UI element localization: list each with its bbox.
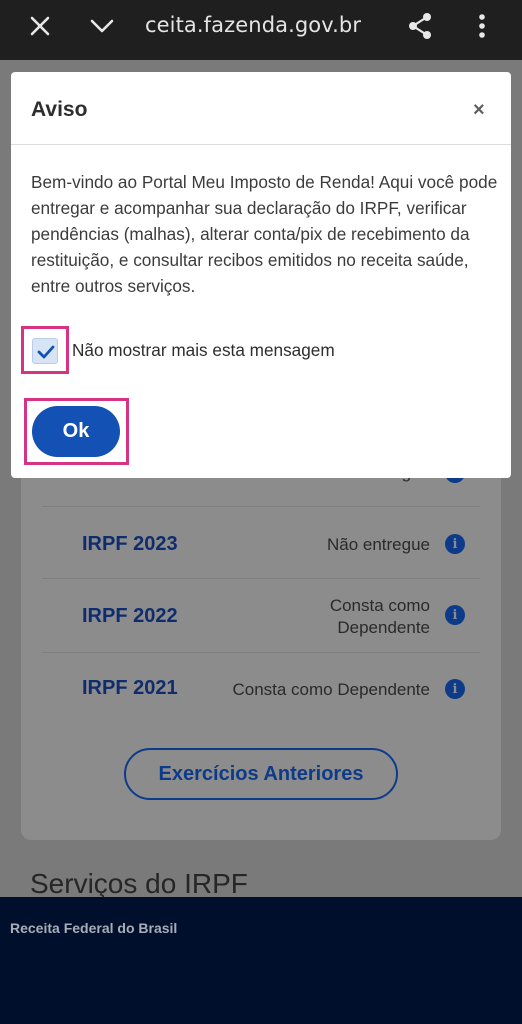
irpf-row-2021[interactable]: IRPF 2021 Consta como Dependente i	[42, 652, 480, 724]
share-icon[interactable]	[398, 0, 442, 52]
url-bar[interactable]: ceita.fazenda.gov.br	[145, 13, 361, 37]
checkbox-label[interactable]: Não mostrar mais esta mensagem	[72, 340, 335, 361]
chevron-down-icon[interactable]	[80, 0, 124, 52]
footer-text: Receita Federal do Brasil	[10, 920, 178, 936]
services-title: Serviços do IRPF	[30, 868, 248, 898]
info-icon[interactable]: i	[445, 534, 465, 554]
irpf-status: Consta como Dependente	[329, 596, 430, 637]
modal-title: Aviso	[31, 98, 88, 121]
dont-show-again-checkbox[interactable]	[32, 338, 58, 364]
modal-close-icon[interactable]: ×	[473, 100, 485, 120]
modal-body-text: Bem-vindo ao Portal Meu Imposto de Renda…	[31, 172, 498, 296]
irpf-status: Consta como Dependente	[232, 680, 430, 699]
browser-toolbar: ceita.fazenda.gov.br	[0, 0, 522, 60]
info-icon[interactable]: i	[445, 605, 465, 625]
irpf-row-2022[interactable]: IRPF 2022 Consta como Dependente i	[42, 578, 480, 652]
irpf-year: IRPF 2022	[82, 605, 178, 627]
footer: Receita Federal do Brasil	[0, 897, 522, 1024]
irpf-year: IRPF 2023	[82, 533, 178, 555]
aviso-modal: Aviso × Bem-vindo ao Portal Meu Imposto …	[11, 72, 511, 478]
irpf-status: Não entregue	[326, 535, 430, 554]
ok-button[interactable]: Ok	[32, 406, 120, 457]
exercicios-anteriores-button[interactable]: Exercícios Anteriores	[124, 748, 398, 800]
irpf-year: IRPF 2021	[82, 677, 178, 699]
irpf-row-2023[interactable]: IRPF 2023 Não entregue i	[42, 506, 480, 578]
more-vert-icon[interactable]	[462, 0, 502, 52]
close-icon[interactable]	[18, 0, 62, 52]
modal-header: Aviso ×	[11, 72, 511, 145]
check-icon	[37, 345, 55, 359]
info-icon[interactable]: i	[445, 679, 465, 699]
